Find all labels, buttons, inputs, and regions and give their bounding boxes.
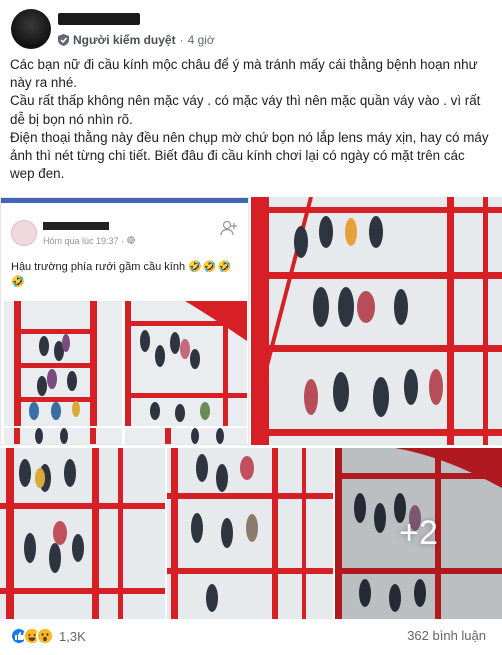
meta-separator: · <box>179 33 184 47</box>
photo-gallery: Hôm qua lúc 19:37 · Hậu trường phía rưới… <box>0 197 502 619</box>
bridge-photo <box>125 428 247 444</box>
gallery-photo-5[interactable]: +2 <box>335 448 502 619</box>
post-paragraph: Các bạn nữ đi cầu kính mộc châu để ý mà … <box>10 57 478 91</box>
shared-photo-1 <box>4 301 122 426</box>
shared-post-time: Hôm qua lúc 19:37 · <box>43 236 135 246</box>
shared-photo-4 <box>125 428 247 444</box>
shield-icon <box>58 34 69 46</box>
post-text: Các bạn nữ đi cầu kính mộc châu để ý mà … <box>10 56 492 183</box>
bridge-photo <box>251 197 502 445</box>
shared-photo-2 <box>125 301 247 426</box>
add-friend-icon <box>220 220 237 236</box>
post-paragraph: Điện thoại thằng này đều nên chụp mờ chứ… <box>10 129 489 182</box>
bridge-photo <box>167 448 333 619</box>
reaction-summary[interactable]: 1,3K <box>10 627 86 645</box>
post-footer: 1,3K 362 bình luận <box>0 619 502 655</box>
bridge-photo <box>0 448 165 619</box>
post-header: Người kiểm duyệt · 4 giờ <box>0 0 502 54</box>
bridge-photo <box>4 301 122 426</box>
post-paragraph: Cầu rất thấp không nên mặc váy . có mặc … <box>10 93 481 127</box>
shared-photo-3 <box>4 428 122 444</box>
gallery-photo-4[interactable] <box>167 448 333 619</box>
moderator-label: Người kiểm duyệt <box>73 33 176 47</box>
gallery-photo-3[interactable] <box>0 448 165 619</box>
wow-reaction-icon <box>36 627 54 645</box>
shared-post-time-text: Hôm qua lúc 19:37 · <box>43 236 125 246</box>
shared-post-caption: Hậu trường phía rưới gầm cầu kính 🤣🤣🤣🤣 <box>11 260 236 290</box>
post-meta: Người kiểm duyệt · 4 giờ <box>58 33 215 47</box>
shared-post-avatar <box>11 220 37 246</box>
avatar[interactable] <box>11 9 51 49</box>
shared-post-author <box>43 222 109 230</box>
reaction-count: 1,3K <box>59 628 86 644</box>
bridge-photo <box>4 428 122 444</box>
gallery-photo-2[interactable] <box>251 197 502 445</box>
bridge-photo <box>125 301 247 426</box>
shared-post-top-bar <box>1 198 248 203</box>
post-time[interactable]: 4 giờ <box>188 33 215 47</box>
more-photos-count[interactable]: +2 <box>335 448 502 619</box>
shared-post-caption-text: Hậu trường phía rưới gầm cầu kính <box>11 261 186 273</box>
author-name[interactable] <box>58 13 140 25</box>
globe-icon <box>126 236 135 244</box>
shared-post-screenshot: Hôm qua lúc 19:37 · Hậu trường phía rưới… <box>0 197 249 445</box>
gallery-photo-1[interactable]: Hôm qua lúc 19:37 · Hậu trường phía rưới… <box>0 197 249 445</box>
comment-count-link[interactable]: 362 bình luận <box>407 628 486 643</box>
